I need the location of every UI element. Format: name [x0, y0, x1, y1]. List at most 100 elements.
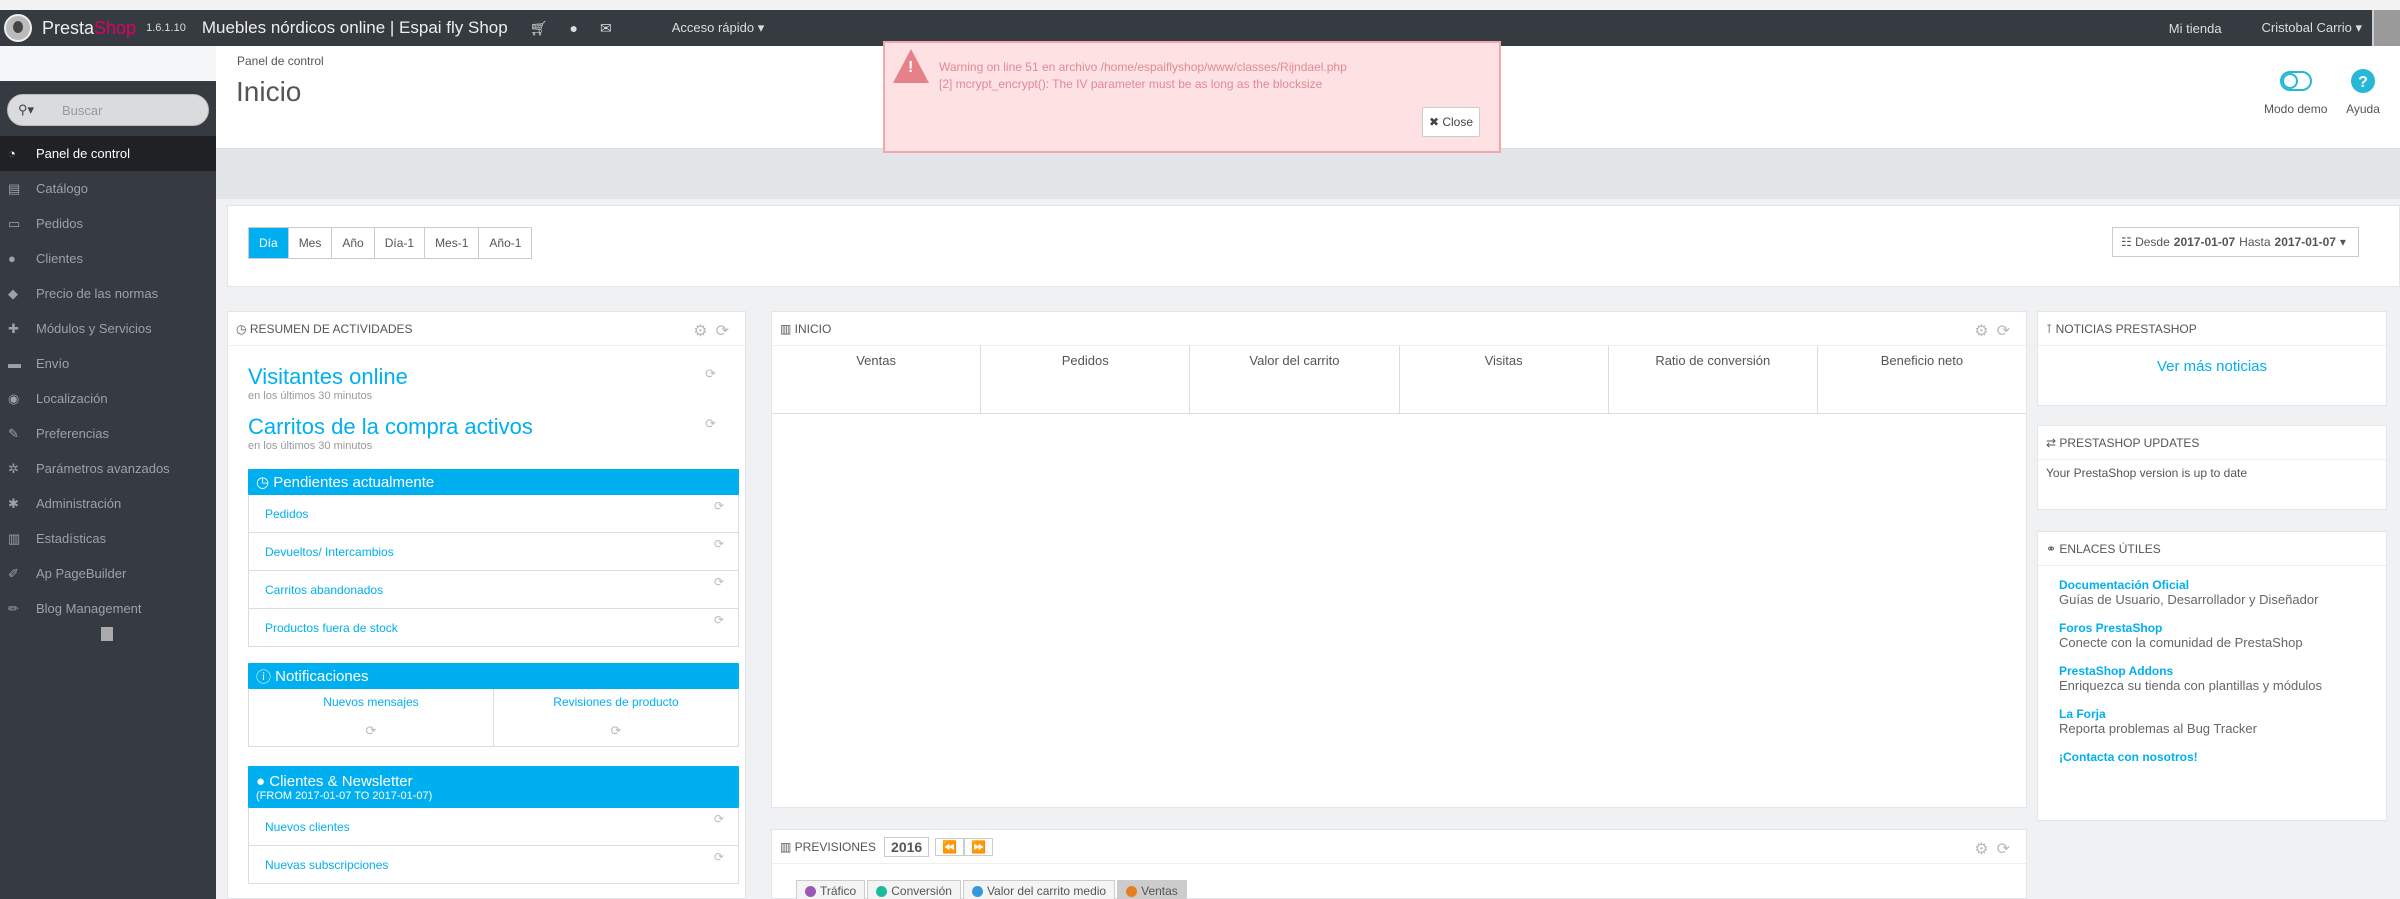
refresh-icon[interactable]: ⟳: [705, 416, 716, 432]
sidebar-item-edit[interactable]: ✐ Ap PageBuilder: [0, 556, 216, 591]
new-messages-link[interactable]: Nuevos mensajes ⟳: [249, 689, 494, 746]
cogs-icon: ✲: [8, 460, 19, 476]
panel-config-icons[interactable]: ⚙⟳: [1974, 839, 2018, 859]
forecast-tab[interactable]: Ventas: [1117, 880, 1187, 899]
active-carts-link[interactable]: Carritos de la compra activos: [248, 414, 728, 440]
alert-line-1: Warning on line 51 en archivo /home/espa…: [939, 60, 1347, 74]
useful-link-title[interactable]: Documentación Oficial: [2059, 578, 2386, 592]
sidebar-item-dashboard[interactable]: ◔ Panel de control: [0, 136, 216, 171]
more-news-link[interactable]: Ver más noticias: [2038, 358, 2386, 375]
date-to-label: Hasta: [2239, 235, 2271, 249]
refresh-icon[interactable]: ⟳: [714, 613, 724, 627]
contact-link[interactable]: ¡Contacta con nosotros!: [2038, 750, 2386, 764]
useful-link-item[interactable]: PrestaShop Addons Enriquezca su tienda co…: [2059, 664, 2386, 693]
sidebar-item-book[interactable]: ▤ Catálogo: [0, 171, 216, 206]
sidebar-item-puzzle[interactable]: ✚ Módulos y Servicios: [0, 311, 216, 346]
links-title: ENLACES ÚTILES: [2059, 541, 2161, 556]
period-button[interactable]: Mes-1: [425, 228, 480, 258]
kpi-column-header: Visitas: [1400, 346, 1609, 413]
links-list: Documentación Oficial Guías de Usuario, D…: [2038, 566, 2386, 736]
pending-item[interactable]: Carritos abandonados ⟳: [248, 571, 739, 609]
forecast-tab[interactable]: Tráfico: [796, 880, 866, 899]
user-icon[interactable]: ●: [570, 20, 578, 36]
toggle-icon: [2279, 71, 2312, 91]
pending-item[interactable]: Pedidos ⟳: [248, 495, 739, 533]
envelope-icon[interactable]: ✉: [600, 20, 612, 37]
sidebar-item-tags[interactable]: ◆ Precio de las normas: [0, 276, 216, 311]
dashboard-icon: ◔: [8, 146, 16, 161]
my-shop-link[interactable]: Mi tienda: [2169, 21, 2222, 36]
useful-link-item[interactable]: La Forja Reporta problemas al Bug Tracker: [2059, 707, 2386, 736]
pending-item[interactable]: Productos fuera de stock ⟳: [248, 609, 739, 647]
sidebar-collapse-handle[interactable]: [101, 627, 113, 641]
sidebar-item-label: Precio de las normas: [36, 286, 159, 301]
sidebar-item-label: Parámetros avanzados: [36, 461, 170, 476]
product-reviews-link[interactable]: Revisiones de producto ⟳: [494, 689, 738, 746]
period-button[interactable]: Año-1: [479, 228, 531, 258]
useful-link-title[interactable]: La Forja: [2059, 707, 2386, 721]
panel-config-icons[interactable]: ⚙⟳: [693, 321, 737, 341]
period-button[interactable]: Año: [332, 228, 375, 258]
refresh-icon[interactable]: ⟳: [714, 575, 724, 589]
dashboard-panel: ▥ INICIO ⚙⟳ Ventas Pedidos Valor del carri…: [771, 311, 2027, 808]
sidebar-item-truck[interactable]: ▬ Envío: [0, 346, 216, 381]
period-button[interactable]: Día: [249, 228, 289, 258]
clients-item[interactable]: Nuevas subscripciones ⟳: [248, 846, 739, 884]
refresh-icon[interactable]: ⟳: [714, 499, 724, 513]
sidebar-item-pencil[interactable]: ✏ Blog Management: [0, 591, 216, 626]
pending-item[interactable]: Devueltos/ Intercambios ⟳: [248, 533, 739, 571]
tags-icon: ◆: [8, 285, 18, 301]
breadcrumb[interactable]: Panel de control: [237, 54, 324, 68]
refresh-icon[interactable]: ⟳: [249, 723, 493, 739]
refresh-icon[interactable]: ⟳: [714, 812, 724, 826]
cart-icon[interactable]: 🛒︎: [530, 20, 548, 37]
forecast-tab-label: Ventas: [1141, 884, 1178, 898]
shop-name-link[interactable]: Muebles nórdicos online | Espai fly Shop: [202, 18, 508, 38]
search-input[interactable]: ⚲▾ Buscar: [7, 94, 209, 126]
useful-link-title[interactable]: PrestaShop Addons: [2059, 664, 2386, 678]
previous-year-button[interactable]: ⏪: [935, 837, 965, 856]
refresh-icon[interactable]: ⟳: [705, 366, 716, 382]
news-panel-header: ⊺ NOTICIAS PRESTASHOP: [2038, 312, 2386, 346]
search-icon[interactable]: ⚲▾: [18, 102, 46, 118]
sidebar-item-credit-card[interactable]: ▭ Pedidos: [0, 206, 216, 241]
sidebar-item-wrench[interactable]: ✎ Preferencias: [0, 416, 216, 451]
notifications-title: Notificaciones: [275, 667, 369, 685]
version-label: 1.6.1.10: [146, 22, 186, 34]
date-range-picker[interactable]: ☷ Desde 2017-01-07 Hasta 2017-01-07 ▾: [2112, 227, 2359, 257]
clients-item[interactable]: Nuevos clientes ⟳: [248, 808, 739, 846]
sidebar-item-cogs[interactable]: ✲ Parámetros avanzados: [0, 451, 216, 486]
refresh-icon[interactable]: ⟳: [494, 723, 738, 739]
user-menu[interactable]: Cristobal Carrio ▾: [2262, 20, 2362, 36]
useful-link-item[interactable]: Documentación Oficial Guías de Usuario, D…: [2059, 578, 2386, 607]
cog-icon: ✱: [8, 495, 19, 511]
refresh-icon[interactable]: ⟳: [714, 850, 724, 864]
forecast-tab[interactable]: Conversión: [867, 880, 961, 899]
avatar[interactable]: [2372, 10, 2400, 46]
visitors-online-link[interactable]: Visitantes online: [248, 364, 728, 390]
refresh-icon[interactable]: ⟳: [714, 537, 724, 551]
sidebar-item-label: Localización: [36, 391, 108, 406]
sidebar-item-cog[interactable]: ✱ Administración: [0, 486, 216, 521]
bar-chart-icon: ▥: [780, 321, 795, 336]
close-button[interactable]: ✖ Close: [1422, 107, 1480, 137]
period-button[interactable]: Día-1: [375, 228, 426, 258]
news-title: NOTICIAS PRESTASHOP: [2055, 321, 2197, 336]
useful-link-item[interactable]: Foros PrestaShop Conecte con la comunidad…: [2059, 621, 2386, 650]
sidebar-item-globe[interactable]: ◉ Localización: [0, 381, 216, 416]
quick-access-dropdown[interactable]: Acceso rápido ▾: [672, 20, 765, 36]
updates-text: Your PrestaShop version is up to date: [2046, 466, 2248, 480]
demo-mode-button[interactable]: Modo demo: [2264, 68, 2327, 116]
sidebar-item-bar-chart[interactable]: ▥ Estadísticas: [0, 521, 216, 556]
useful-link-title[interactable]: Foros PrestaShop: [2059, 621, 2386, 635]
prestashop-logo[interactable]: PrestaShop: [4, 14, 136, 42]
pending-item-label: Productos fuera de stock: [265, 620, 398, 635]
help-button[interactable]: ? Ayuda: [2346, 68, 2380, 116]
period-button[interactable]: Mes: [289, 228, 333, 258]
forecast-tab[interactable]: Valor del carrito medio: [962, 880, 1116, 899]
sidebar-item-users[interactable]: ● Clientes: [0, 241, 216, 276]
help-label: Ayuda: [2346, 102, 2380, 116]
panel-config-icons[interactable]: ⚙⟳: [1974, 321, 2018, 341]
legend-dot-icon: [876, 885, 888, 897]
next-year-button[interactable]: ⏩: [964, 837, 994, 856]
